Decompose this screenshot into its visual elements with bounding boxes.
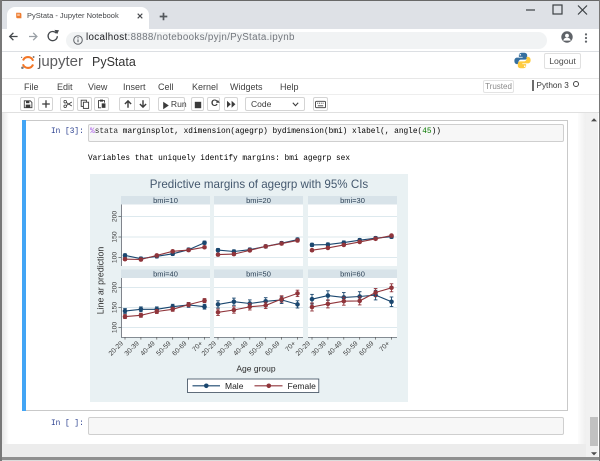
- svg-text:Predictive margins of agegrp w: Predictive margins of agegrp with 95% CI…: [150, 178, 369, 191]
- svg-text:Age group: Age group: [236, 364, 275, 374]
- svg-text:Female: Female: [288, 381, 317, 391]
- svg-text:200: 200: [111, 282, 118, 294]
- svg-text:bmi=60: bmi=60: [340, 270, 365, 279]
- svg-text:bmi=20: bmi=20: [246, 196, 271, 205]
- svg-text:150: 150: [111, 302, 118, 314]
- svg-text:100: 100: [111, 322, 118, 334]
- svg-text:Male: Male: [225, 381, 244, 391]
- svg-text:bmi=10: bmi=10: [153, 196, 178, 205]
- svg-text:100: 100: [111, 252, 118, 264]
- svg-text:150: 150: [111, 231, 118, 243]
- svg-text:bmi=50: bmi=50: [246, 270, 271, 279]
- svg-text:bmi=30: bmi=30: [340, 196, 365, 205]
- svg-text:bmi=40: bmi=40: [153, 270, 178, 279]
- svg-text:200: 200: [111, 211, 118, 223]
- svg-text:Line ar prediction: Line ar prediction: [96, 247, 106, 315]
